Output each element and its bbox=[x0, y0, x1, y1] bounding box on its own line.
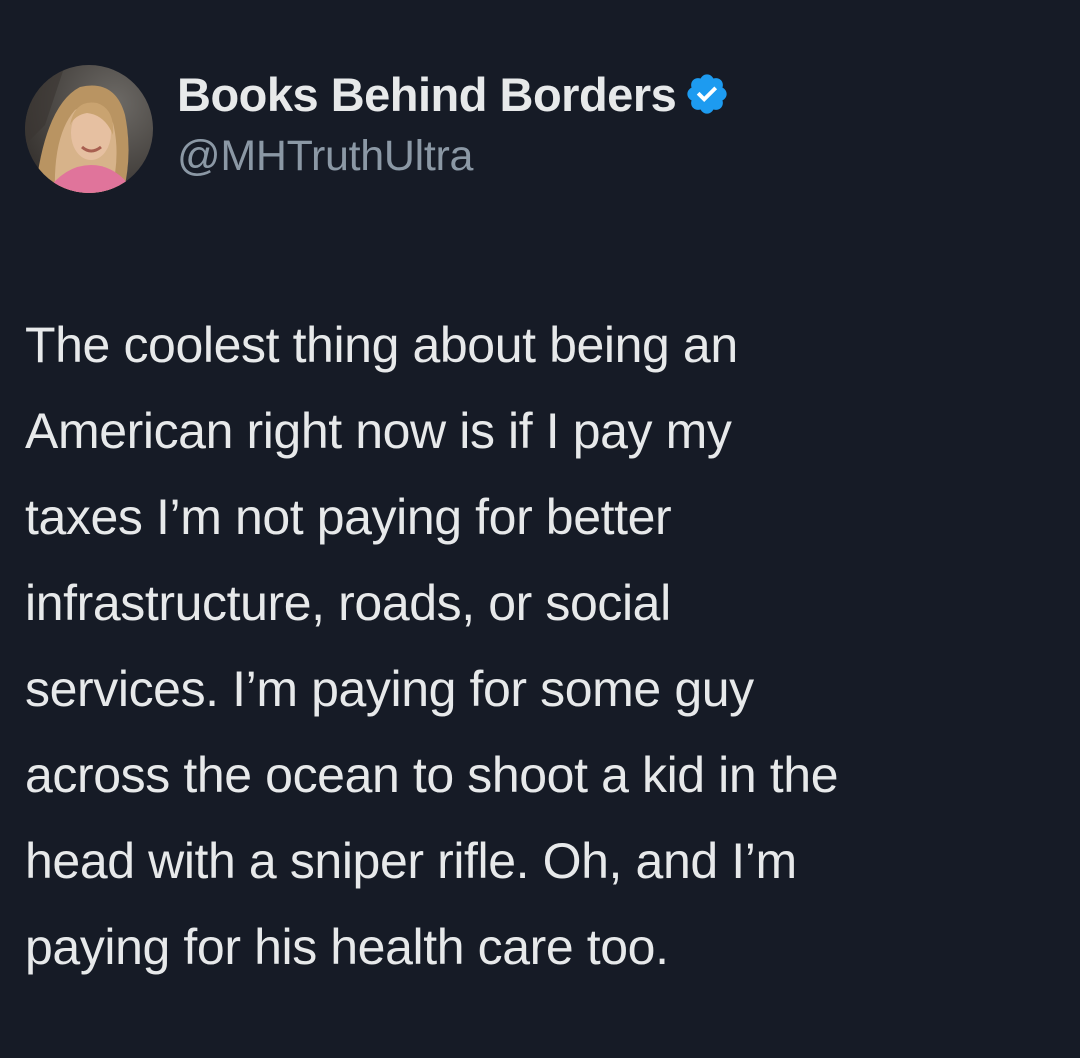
profile-photo-icon bbox=[25, 65, 153, 193]
verified-badge-icon bbox=[684, 71, 730, 117]
display-name[interactable]: Books Behind Borders bbox=[177, 67, 677, 122]
tweet-card: Books Behind Borders @MHTruthUltra The c… bbox=[0, 0, 1080, 1058]
name-row: Books Behind Borders bbox=[177, 64, 730, 124]
user-handle[interactable]: @MHTruthUltra bbox=[177, 132, 730, 181]
avatar[interactable] bbox=[25, 65, 153, 193]
author-block: Books Behind Borders @MHTruthUltra bbox=[177, 64, 730, 181]
tweet-text: The coolest thing about being an America… bbox=[25, 317, 839, 975]
